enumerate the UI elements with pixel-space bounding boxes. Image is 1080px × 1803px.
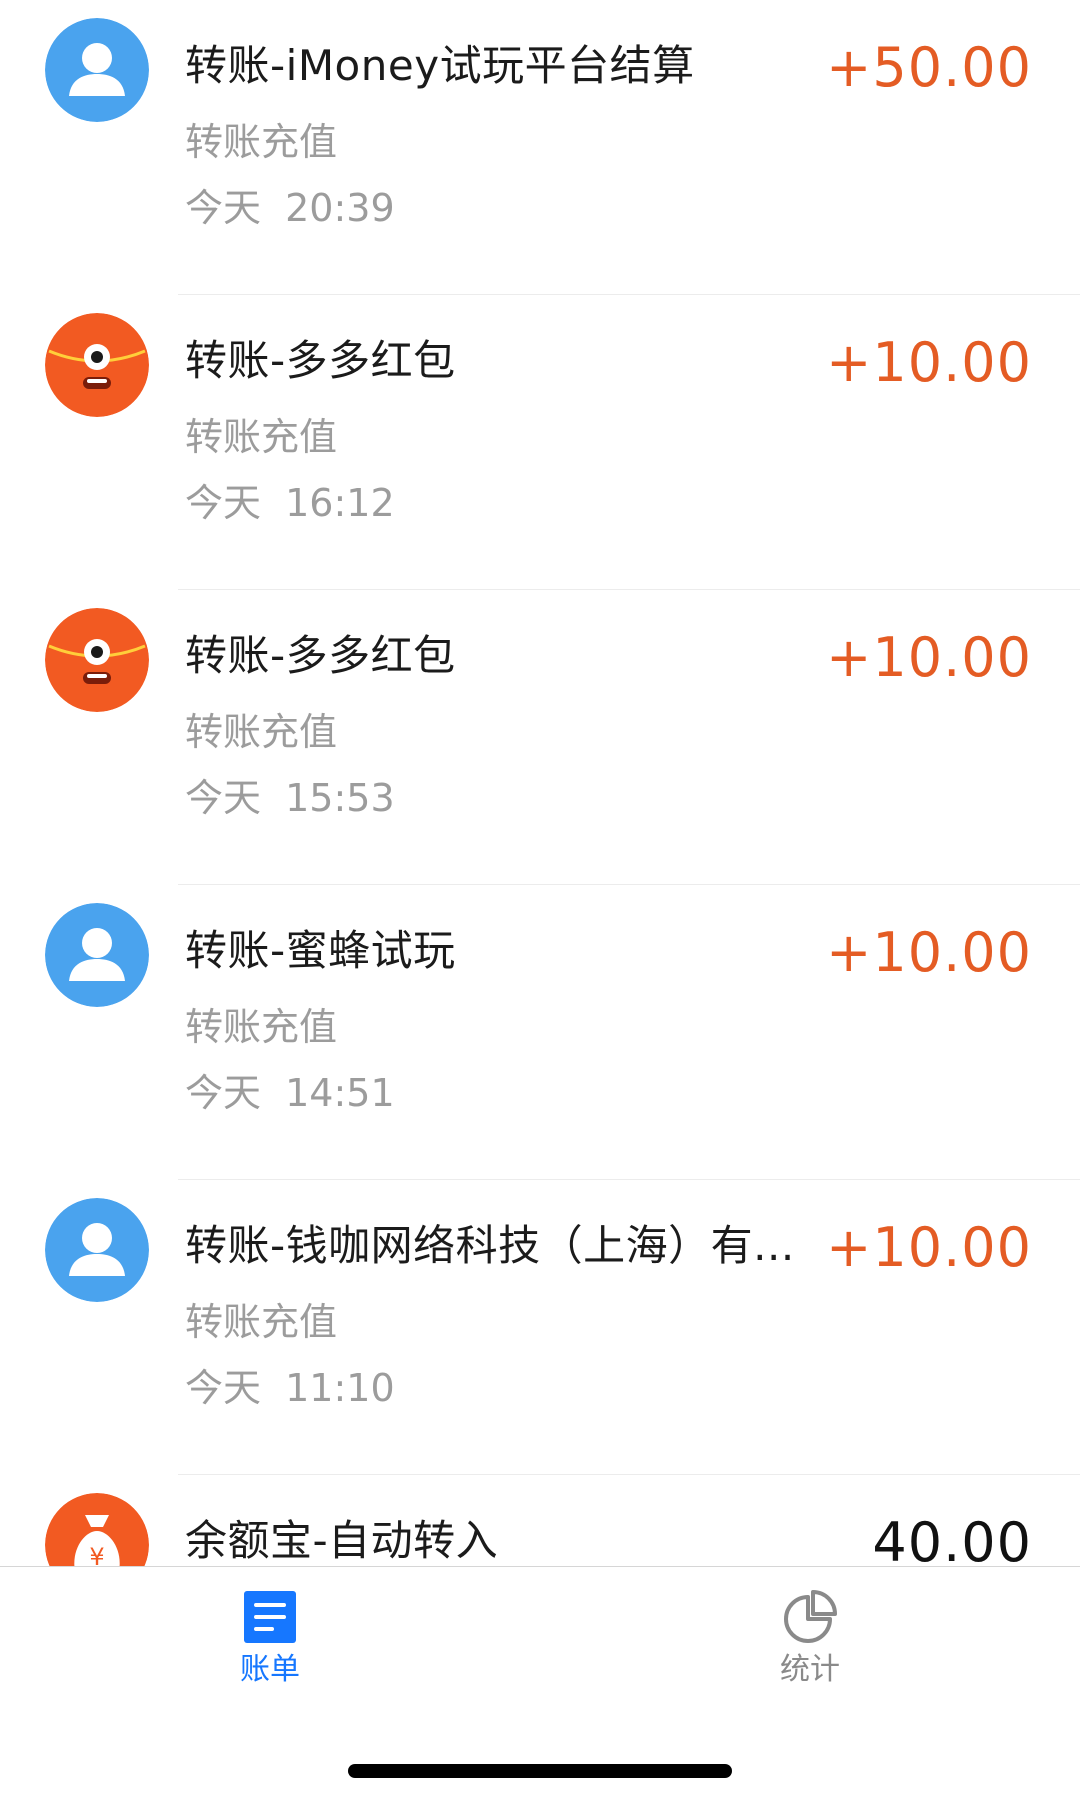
person-avatar-icon [45, 18, 149, 122]
money-bag-icon: ¥ [45, 1493, 149, 1566]
transaction-time-value: 16:12 [285, 481, 395, 525]
transaction-amount: +10.00 [826, 921, 1032, 984]
transaction-category: 转账充值 [185, 1300, 338, 1344]
transaction-date-label: 今天 [185, 481, 262, 525]
transaction-time-value: 14:51 [285, 1071, 395, 1115]
transaction-time: 今天 14:51 [185, 1068, 395, 1118]
transaction-time: 今天 15:53 [185, 773, 395, 823]
transaction-date-label: 今天 [185, 1366, 262, 1410]
transaction-category: 转账充值 [185, 120, 338, 164]
transaction-time: 今天 11:10 [185, 1363, 395, 1413]
transaction-time: 今天 20:39 [185, 183, 395, 233]
transaction-time: 今天 16:12 [185, 478, 395, 528]
person-avatar-icon [45, 1198, 149, 1302]
transaction-date-label: 今天 [185, 776, 262, 820]
transaction-row[interactable]: 转账-多多红包 +10.00 转账充值 今天 15:53 [0, 590, 1080, 885]
transaction-title: 转账-iMoney试玩平台结算 [185, 41, 695, 90]
transaction-date-label: 今天 [185, 186, 262, 230]
tab-stats[interactable]: 统计 [710, 1587, 910, 1697]
red-packet-mascot-icon [45, 608, 149, 712]
transaction-category: 转账充值 [185, 1005, 338, 1049]
transaction-amount: +10.00 [826, 626, 1032, 689]
transaction-row[interactable]: 转账-多多红包 +10.00 转账充值 今天 16:12 [0, 295, 1080, 590]
transaction-title: 余额宝-自动转入 [185, 1516, 499, 1565]
tab-bills[interactable]: 账单 [170, 1587, 370, 1697]
transaction-row[interactable]: 转账-钱咖网络科技（上海）有... +10.00 转账充值 今天 11:10 [0, 1180, 1080, 1475]
transaction-time-value: 20:39 [285, 186, 395, 230]
transaction-category: 转账充值 [185, 710, 338, 754]
person-avatar-icon [45, 903, 149, 1007]
pie-chart-icon [784, 1590, 837, 1643]
transaction-amount: 40.00 [872, 1511, 1032, 1566]
transaction-list[interactable]: 转账-iMoney试玩平台结算 +50.00 转账充值 今天 20:39 转账-… [0, 0, 1080, 1566]
transaction-time-value: 11:10 [285, 1366, 395, 1410]
transaction-amount: +50.00 [826, 36, 1032, 99]
transaction-title: 转账-多多红包 [185, 631, 456, 680]
transaction-row[interactable]: ¥ 余额宝-自动转入 40.00 [0, 1475, 1080, 1566]
transaction-time-value: 15:53 [285, 776, 395, 820]
svg-text:¥: ¥ [89, 1543, 104, 1566]
red-packet-mascot-icon [45, 313, 149, 417]
screen: 转账-iMoney试玩平台结算 +50.00 转账充值 今天 20:39 转账-… [0, 0, 1080, 1803]
home-indicator[interactable] [348, 1764, 732, 1778]
transaction-title: 转账-钱咖网络科技（上海）有... [185, 1221, 795, 1270]
tab-bills-label: 账单 [240, 1652, 300, 1687]
transaction-amount: +10.00 [826, 331, 1032, 394]
transaction-row[interactable]: 转账-蜜蜂试玩 +10.00 转账充值 今天 14:51 [0, 885, 1080, 1180]
transaction-date-label: 今天 [185, 1071, 262, 1115]
transaction-row[interactable]: 转账-iMoney试玩平台结算 +50.00 转账充值 今天 20:39 [0, 0, 1080, 295]
tab-stats-label: 统计 [780, 1652, 840, 1687]
bill-list-icon [244, 1591, 296, 1643]
transaction-title: 转账-蜜蜂试玩 [185, 926, 456, 975]
transaction-category: 转账充值 [185, 415, 338, 459]
transaction-title: 转账-多多红包 [185, 336, 456, 385]
transaction-amount: +10.00 [826, 1216, 1032, 1279]
